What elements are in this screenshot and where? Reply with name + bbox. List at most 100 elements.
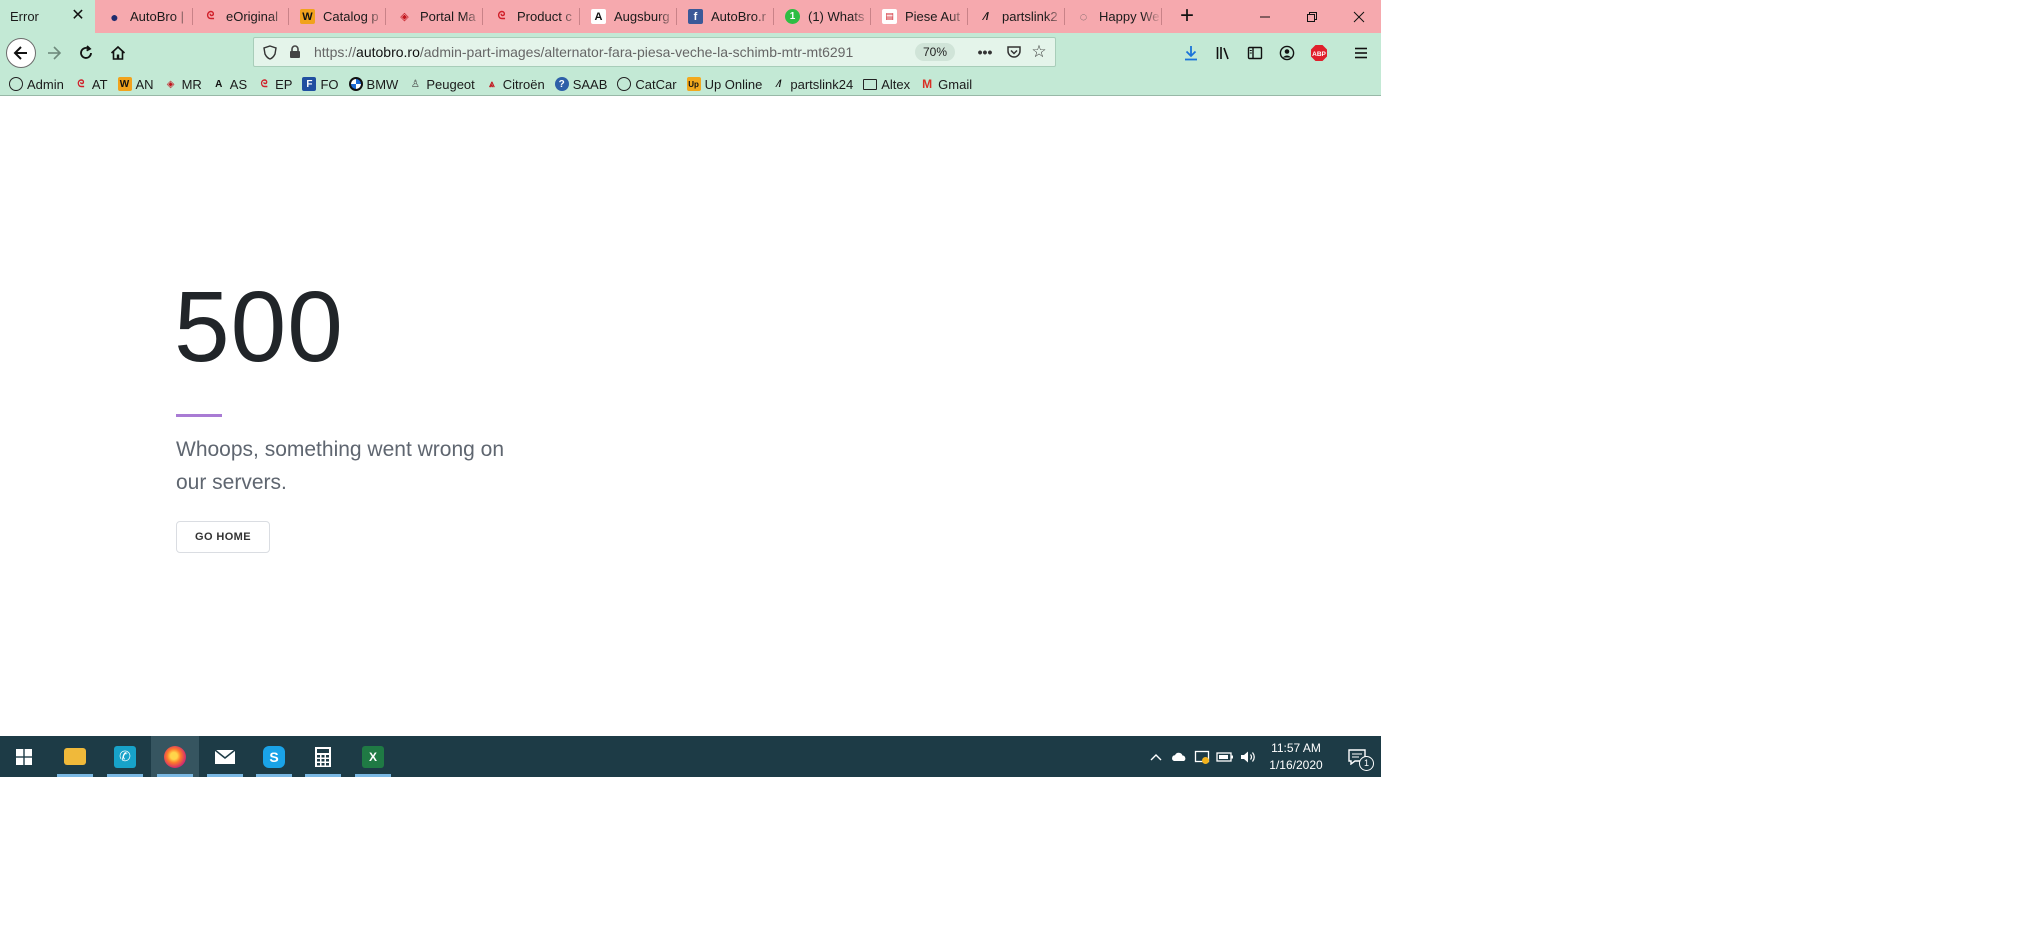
shield-icon[interactable] <box>260 43 280 61</box>
downloads-button[interactable] <box>1177 39 1205 67</box>
chevron-up-icon <box>1150 753 1162 760</box>
sidebar-icon <box>1247 46 1263 60</box>
tab-title: partslink2 <box>1002 9 1058 24</box>
battery-icon[interactable] <box>1215 736 1235 777</box>
minimize-button[interactable] <box>1242 0 1287 33</box>
bookmark-label: Up Online <box>704 76 763 92</box>
tab-piese-auto[interactable]: ▤ Piese Aut <box>872 0 968 33</box>
security-alert-icon[interactable] <box>1192 736 1212 777</box>
bookmark-label: Gmail <box>938 76 973 92</box>
go-home-button[interactable]: GO HOME <box>176 521 270 553</box>
partslink-icon: ⁄/ <box>984 10 989 23</box>
gmail-icon: M <box>922 77 933 91</box>
svg-text:ABP: ABP <box>1312 51 1326 58</box>
globe-icon <box>9 77 23 91</box>
tab-augsburg[interactable]: A Augsburg <box>581 0 677 33</box>
forward-button[interactable] <box>40 39 68 67</box>
catalog-icon: W <box>300 9 315 24</box>
bookmark-fo[interactable]: F FO <box>302 77 339 92</box>
bookmark-partslink24[interactable]: ⁄/ partslink24 <box>772 77 853 92</box>
taskbar-whatsapp[interactable]: ✆ <box>101 736 149 777</box>
adblock-icon: ABP <box>1311 45 1327 61</box>
bookmark-bmw[interactable]: BMW <box>348 77 398 92</box>
error-code: 500 <box>174 271 344 383</box>
excel-icon: X <box>362 745 384 768</box>
taskbar-mail[interactable] <box>201 736 249 777</box>
bookmark-citroen[interactable]: ⩓ Citroën <box>485 77 545 92</box>
tab-whatsapp[interactable]: 1 (1) Whats <box>775 0 871 33</box>
tab-strip: Error ✕ ● AutoBro | ᘓ eOriginal W Catalo… <box>0 0 1381 33</box>
ep-icon: ᘓ <box>260 78 268 90</box>
account-button[interactable] <box>1273 39 1301 67</box>
close-tab-icon[interactable]: ✕ <box>69 7 87 25</box>
system-clock[interactable]: 11:57 AM 1/16/2020 <box>1262 740 1330 774</box>
tab-error[interactable]: Error ✕ <box>0 0 95 33</box>
tab-portal[interactable]: ◈ Portal Ma <box>387 0 483 33</box>
address-bar[interactable]: https://autobro.ro/admin-part-images/alt… <box>253 37 1056 67</box>
peugeot-icon: ♙ <box>410 78 420 90</box>
show-hidden-icons-button[interactable] <box>1146 736 1166 777</box>
sidebar-button[interactable] <box>1241 39 1269 67</box>
restore-button[interactable] <box>1289 0 1334 33</box>
bookmark-star-icon[interactable]: ☆ <box>1029 42 1049 61</box>
bookmark-saab[interactable]: ? SAAB <box>554 77 607 92</box>
bookmark-label: AT <box>91 76 108 92</box>
adblock-button[interactable]: ABP <box>1305 39 1333 67</box>
bookmark-catcar[interactable]: CatCar <box>617 77 677 92</box>
bookmark-an[interactable]: W AN <box>117 77 154 92</box>
bmw-icon <box>348 77 363 91</box>
bookmark-altex[interactable]: Altex <box>863 77 910 92</box>
tab-title: AutoBro | <box>130 9 184 24</box>
bookmark-at[interactable]: ᘓ AT <box>74 76 108 92</box>
back-button[interactable] <box>6 38 36 68</box>
library-button[interactable] <box>1209 39 1237 67</box>
tab-title: Catalog p <box>323 9 379 24</box>
tab-autobro-facebook[interactable]: f AutoBro.r <box>678 0 774 33</box>
tab-partslink[interactable]: ⁄/ partslink2 <box>969 0 1065 33</box>
bookmark-admin[interactable]: Admin <box>9 77 64 92</box>
action-center-button[interactable]: 1 <box>1338 736 1376 777</box>
restore-icon <box>1306 11 1317 22</box>
onedrive-icon[interactable] <box>1169 736 1189 777</box>
bookmarks-toolbar: Admin ᘓ AT W AN ◈ MR A AS ᘓ EP F FO BMW ♙ Peuge… <box>0 73 1381 96</box>
bookmark-label: EP <box>275 76 293 92</box>
new-tab-button[interactable]: + <box>1173 3 1201 31</box>
bookmark-as[interactable]: A AS <box>212 77 247 92</box>
taskbar-file-explorer[interactable] <box>51 736 99 777</box>
tab-product[interactable]: ᘓ Product c <box>484 0 580 33</box>
close-window-button[interactable] <box>1336 0 1381 33</box>
close-icon <box>1353 11 1364 22</box>
pocket-icon[interactable] <box>1004 43 1024 61</box>
reload-icon <box>80 45 92 59</box>
bookmark-label: partslink24 <box>790 76 854 92</box>
lock-icon[interactable] <box>285 43 305 61</box>
taskbar-excel[interactable]: X <box>349 736 397 777</box>
accent-divider <box>176 414 222 417</box>
zoom-level-button[interactable]: 70% <box>915 43 956 61</box>
bookmark-gmail[interactable]: M Gmail <box>920 77 972 92</box>
bookmark-mr[interactable]: ◈ MR <box>164 77 202 92</box>
tab-title: eOriginal <box>226 9 279 24</box>
bookmark-up-online[interactable]: Up Up Online <box>686 76 763 92</box>
tab-eoriginal[interactable]: ᘓ eOriginal <box>193 0 289 33</box>
taskbar-calculator[interactable] <box>299 736 347 777</box>
folder-icon <box>863 78 878 90</box>
taskbar-skype[interactable]: S <box>250 736 298 777</box>
home-button[interactable] <box>104 39 132 67</box>
tab-happy[interactable]: ◌ Happy We <box>1066 0 1162 33</box>
reload-button[interactable] <box>72 39 100 67</box>
page-actions-icon[interactable]: ••• <box>975 43 995 61</box>
bookmark-ep[interactable]: ᘓ EP <box>257 76 293 92</box>
url-text[interactable]: https://autobro.ro/admin-part-images/alt… <box>314 38 853 66</box>
start-button[interactable] <box>0 736 48 777</box>
folder-icon <box>64 748 86 765</box>
bookmark-peugeot[interactable]: ♙ Peugeot <box>408 77 475 92</box>
tab-title: Product c <box>517 9 572 24</box>
volume-icon[interactable] <box>1238 736 1260 777</box>
url-prefix: https:// <box>314 44 357 60</box>
notification-count-badge: 1 <box>1359 756 1374 771</box>
menu-button[interactable] <box>1347 39 1375 67</box>
tab-autobro[interactable]: ● AutoBro | <box>97 0 193 33</box>
taskbar-firefox[interactable] <box>151 736 199 777</box>
tab-catalog[interactable]: W Catalog p <box>290 0 386 33</box>
